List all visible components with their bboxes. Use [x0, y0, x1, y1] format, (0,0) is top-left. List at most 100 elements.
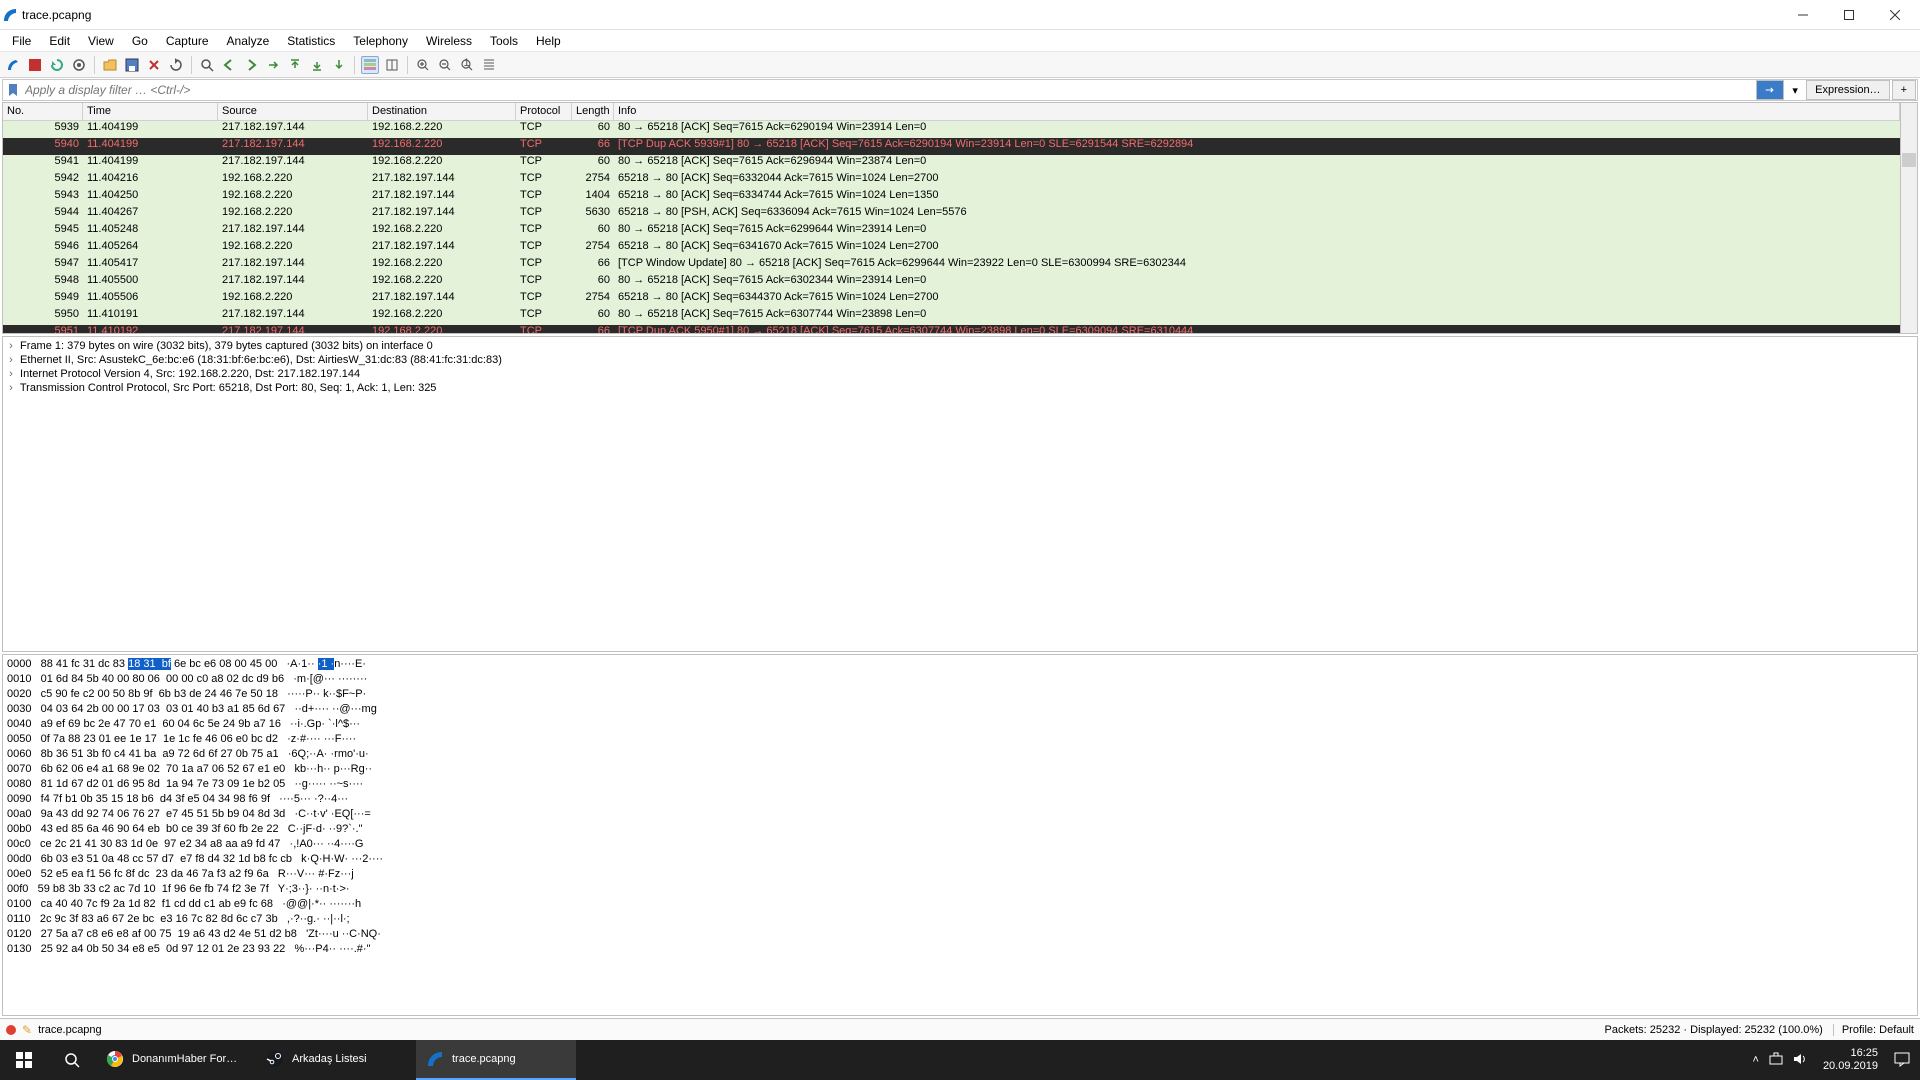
col-time[interactable]: Time [83, 103, 218, 120]
display-filter-input[interactable] [23, 80, 1755, 100]
menu-analyze[interactable]: Analyze [219, 32, 278, 50]
filter-dropdown-icon[interactable]: ▾ [1787, 82, 1803, 98]
menu-file[interactable]: File [4, 32, 39, 50]
detail-tree-item[interactable]: › Frame 1: 379 bytes on wire (3032 bits)… [5, 339, 1915, 353]
go-back-icon[interactable] [220, 56, 238, 74]
packet-bytes-pane[interactable]: 0000 88 41 fc 31 dc 83 18 31 bf 6e bc e6… [2, 654, 1918, 1016]
menu-telephony[interactable]: Telephony [345, 32, 416, 50]
bookmark-icon[interactable] [5, 82, 21, 98]
hex-line[interactable]: 0080 81 1d 67 d2 01 d6 95 8d 1a 94 7e 73… [7, 777, 1913, 792]
menu-capture[interactable]: Capture [158, 32, 217, 50]
packet-row[interactable]: 594311.404250192.168.2.220217.182.197.14… [3, 189, 1900, 206]
expert-info-icon[interactable] [6, 1025, 16, 1035]
hex-line[interactable]: 00e0 52 e5 ea f1 56 fc 8f dc 23 da 46 7a… [7, 867, 1913, 882]
start-button[interactable] [0, 1040, 48, 1080]
go-first-icon[interactable] [286, 56, 304, 74]
hex-line[interactable]: 0040 a9 ef 69 bc 2e 47 70 e1 60 04 6c 5e… [7, 717, 1913, 732]
hex-line[interactable]: 0070 6b 62 06 e4 a1 68 9e 02 70 1a a7 06… [7, 762, 1913, 777]
hex-line[interactable]: 0020 c5 90 fe c2 00 50 8b 9f 6b b3 de 24… [7, 687, 1913, 702]
packet-row[interactable]: 594011.404199217.182.197.144192.168.2.22… [3, 138, 1900, 155]
packet-row[interactable]: 593911.404199217.182.197.144192.168.2.22… [3, 121, 1900, 138]
window-maximize-button[interactable] [1826, 1, 1872, 29]
stop-capture-icon[interactable] [26, 56, 44, 74]
zoom-out-icon[interactable] [436, 56, 454, 74]
packet-row[interactable]: 595111.410192217.182.197.144192.168.2.22… [3, 325, 1900, 333]
packet-row[interactable]: 595011.410191217.182.197.144192.168.2.22… [3, 308, 1900, 325]
tray-chevron-up-icon[interactable]: ˄ [1753, 1054, 1759, 1066]
detail-tree-item[interactable]: › Ethernet II, Src: AsustekC_6e:bc:e6 (1… [5, 353, 1915, 367]
restart-capture-icon[interactable] [48, 56, 66, 74]
hex-line[interactable]: 00b0 43 ed 85 6a 46 90 64 eb b0 ce 39 3f… [7, 822, 1913, 837]
packet-row[interactable]: 594411.404267192.168.2.220217.182.197.14… [3, 206, 1900, 223]
taskbar-task-steam[interactable]: Arkadaş Listesi [256, 1040, 416, 1080]
action-center-icon[interactable] [1894, 1051, 1910, 1070]
menu-wireless[interactable]: Wireless [418, 32, 480, 50]
col-destination[interactable]: Destination [368, 103, 516, 120]
menu-help[interactable]: Help [528, 32, 569, 50]
hex-line[interactable]: 0090 f4 7f b1 0b 35 15 18 b6 d4 3f e5 04… [7, 792, 1913, 807]
hex-line[interactable]: 00a0 9a 43 dd 92 74 06 76 27 e7 45 51 5b… [7, 807, 1913, 822]
colorize-icon[interactable] [361, 56, 379, 74]
detail-tree-item[interactable]: › Internet Protocol Version 4, Src: 192.… [5, 367, 1915, 381]
zoom-in-icon[interactable] [414, 56, 432, 74]
col-protocol[interactable]: Protocol [516, 103, 572, 120]
system-tray[interactable]: ˄ 16:25 20.09.2019 [1743, 1047, 1920, 1073]
hex-line[interactable]: 0130 25 92 a4 0b 50 34 e8 e5 0d 97 12 01… [7, 942, 1913, 957]
window-minimize-button[interactable] [1780, 1, 1826, 29]
packet-details-pane[interactable]: › Frame 1: 379 bytes on wire (3032 bits)… [2, 336, 1918, 652]
hex-line[interactable]: 0050 0f 7a 88 23 01 ee 1e 17 1e 1c fe 46… [7, 732, 1913, 747]
add-filter-button[interactable]: + [1892, 80, 1916, 100]
hex-line[interactable]: 0010 01 6d 84 5b 40 00 80 06 00 00 c0 a8… [7, 672, 1913, 687]
taskbar-clock[interactable]: 16:25 20.09.2019 [1817, 1047, 1884, 1073]
menu-tools[interactable]: Tools [482, 32, 526, 50]
go-forward-icon[interactable] [242, 56, 260, 74]
tray-volume-icon[interactable] [1793, 1052, 1807, 1069]
taskbar-task-chrome[interactable]: DonanımHaber For… [96, 1040, 256, 1080]
zoom-reset-icon[interactable]: 1 [458, 56, 476, 74]
packet-row[interactable]: 594211.404216192.168.2.220217.182.197.14… [3, 172, 1900, 189]
packet-list-header[interactable]: No. Time Source Destination Protocol Len… [3, 103, 1900, 121]
hex-line[interactable]: 0000 88 41 fc 31 dc 83 18 31 bf 6e bc e6… [7, 657, 1913, 672]
go-last-icon[interactable] [308, 56, 326, 74]
packet-row[interactable]: 594811.405500217.182.197.144192.168.2.22… [3, 274, 1900, 291]
save-file-icon[interactable] [123, 56, 141, 74]
menu-edit[interactable]: Edit [41, 32, 78, 50]
window-close-button[interactable] [1872, 1, 1918, 29]
apply-filter-button[interactable] [1756, 80, 1784, 100]
menu-go[interactable]: Go [124, 32, 156, 50]
hex-line[interactable]: 0110 2c 9c 3f 83 a6 67 2e bc e3 16 7c 82… [7, 912, 1913, 927]
resize-all-cols-icon[interactable] [480, 56, 498, 74]
capture-options-icon[interactable] [70, 56, 88, 74]
menu-statistics[interactable]: Statistics [279, 32, 343, 50]
packet-list-scrollbar[interactable] [1900, 103, 1917, 333]
hex-line[interactable]: 0030 04 03 64 2b 00 00 17 03 03 01 40 b3… [7, 702, 1913, 717]
hex-line[interactable]: 00d0 6b 03 e3 51 0a 48 cc 57 d7 e7 f8 d4… [7, 852, 1913, 867]
auto-scroll-icon[interactable] [330, 56, 348, 74]
detail-tree-item[interactable]: › Transmission Control Protocol, Src Por… [5, 381, 1915, 395]
col-no[interactable]: No. [3, 103, 83, 120]
jump-to-icon[interactable] [264, 56, 282, 74]
packet-row[interactable]: 594111.404199217.182.197.144192.168.2.22… [3, 155, 1900, 172]
packet-row[interactable]: 594611.405264192.168.2.220217.182.197.14… [3, 240, 1900, 257]
taskbar-task-wireshark[interactable]: trace.pcapng [416, 1040, 576, 1080]
col-length[interactable]: Length [572, 103, 614, 120]
packet-row[interactable]: 594511.405248217.182.197.144192.168.2.22… [3, 223, 1900, 240]
col-info[interactable]: Info [614, 103, 1900, 120]
find-packet-icon[interactable] [198, 56, 216, 74]
hex-line[interactable]: 0100 ca 40 40 7c f9 2a 1d 82 f1 cd dd c1… [7, 897, 1913, 912]
taskbar-search-button[interactable] [48, 1040, 96, 1080]
start-capture-icon[interactable] [4, 56, 22, 74]
packet-row[interactable]: 594711.405417217.182.197.144192.168.2.22… [3, 257, 1900, 274]
hex-line[interactable]: 0060 8b 36 51 3b f0 c4 41 ba a9 72 6d 6f… [7, 747, 1913, 762]
packet-row[interactable]: 594911.405506192.168.2.220217.182.197.14… [3, 291, 1900, 308]
hex-line[interactable]: 0120 27 5a a7 c8 e6 e8 af 00 75 19 a6 43… [7, 927, 1913, 942]
close-file-icon[interactable] [145, 56, 163, 74]
menu-view[interactable]: View [80, 32, 122, 50]
resize-columns-icon[interactable] [383, 56, 401, 74]
open-file-icon[interactable] [101, 56, 119, 74]
capture-file-properties-icon[interactable]: ✎ [22, 1023, 32, 1037]
hex-line[interactable]: 00c0 ce 2c 21 41 30 83 1d 0e 97 e2 34 a8… [7, 837, 1913, 852]
status-profile[interactable]: Profile: Default [1833, 1024, 1914, 1036]
reload-file-icon[interactable] [167, 56, 185, 74]
tray-network-icon[interactable] [1769, 1052, 1783, 1069]
